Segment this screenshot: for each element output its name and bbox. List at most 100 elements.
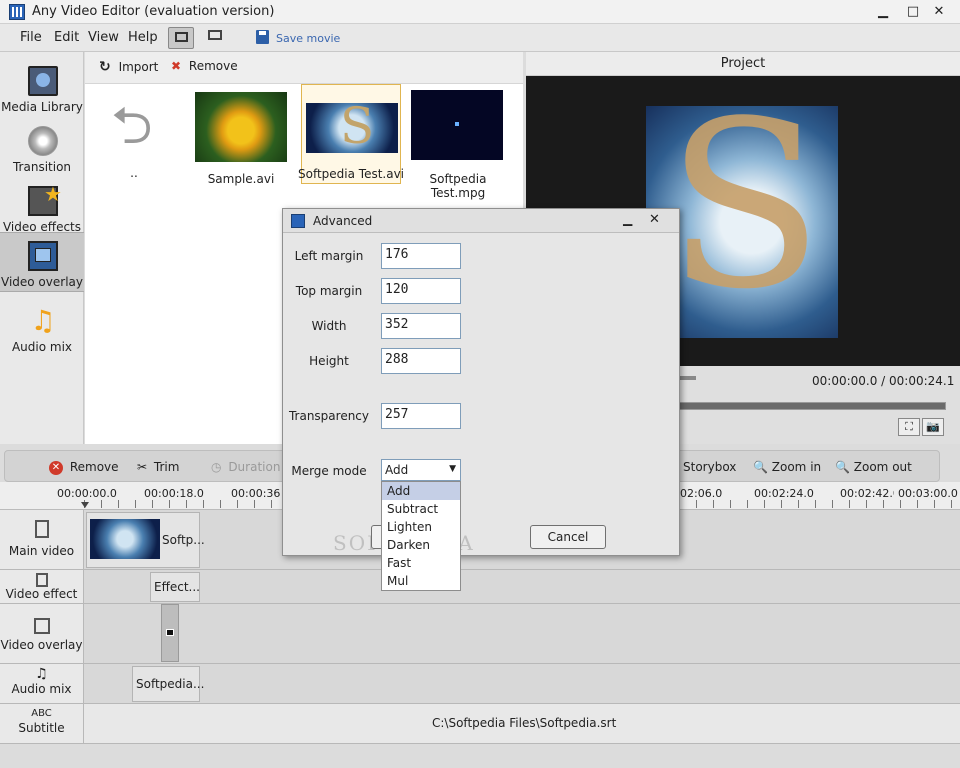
merge-option-subtract[interactable]: Subtract [382, 500, 460, 518]
left-margin-field[interactable]: 176 [381, 243, 461, 269]
timeline-remove-button[interactable]: ✕ Remove [49, 457, 119, 477]
merge-option-mul[interactable]: Mul [382, 572, 460, 590]
video-effect-clip[interactable]: Effect... [150, 572, 200, 602]
main-video-track-header: Main video [0, 510, 84, 569]
maximize-icon[interactable]: □ [902, 2, 924, 22]
sidebar-item-label: Media Library [1, 100, 83, 114]
duration-label: Duration [228, 460, 281, 474]
media-item-softpedia-avi[interactable]: S Softpedia Test.avi [298, 84, 404, 184]
sidebar-item-video-effects[interactable]: ★ Video effects [0, 178, 84, 238]
zoom-in-label: Zoom in [771, 460, 822, 474]
sidebar-item-label: Video overlay [1, 275, 83, 289]
remove-circle-icon: ✕ [49, 460, 63, 475]
fullscreen-icon[interactable]: ⛶ [898, 418, 920, 436]
merge-mode-select[interactable]: Add ▼ [381, 459, 461, 481]
volume-track[interactable] [676, 402, 946, 410]
height-field[interactable]: 288 [381, 348, 461, 374]
width-label: Width [311, 319, 347, 333]
import-button[interactable]: ↻ Import [99, 59, 158, 79]
zoom-out-button[interactable]: 🔍 Zoom out [835, 457, 912, 477]
ruler-label: 02:06.0 [680, 487, 723, 500]
film-icon [28, 66, 58, 96]
video-overlay-icon [28, 241, 58, 271]
dialog-close-icon[interactable]: ✕ [649, 212, 660, 227]
video-overlay-track-header: Video overlay [0, 604, 84, 663]
music-note-icon: ♫ [30, 304, 56, 337]
merge-option-darken[interactable]: Darken [382, 536, 460, 554]
timeline-view-icon[interactable] [206, 29, 226, 47]
remove-button[interactable]: ✖ Remove [171, 59, 238, 79]
film-strip-icon [34, 520, 49, 538]
snapshot-icon[interactable]: 📷 [922, 418, 944, 436]
sidebar-item-label: Audio mix [11, 340, 73, 354]
close-icon[interactable]: ✕ [928, 2, 950, 22]
clip-label: Softp... [162, 533, 205, 547]
item-label: .. [130, 166, 138, 180]
left-margin-label: Left margin [294, 249, 364, 263]
duration-button[interactable]: ◷ Duration [211, 457, 280, 477]
cancel-button[interactable]: Cancel [530, 525, 606, 549]
subtitle-file-label[interactable]: C:\Softpedia Files\Softpedia.srt [432, 716, 616, 730]
dialog-title: Advanced [313, 214, 373, 228]
minimize-icon[interactable]: ▁ [872, 2, 894, 22]
merge-option-lighten[interactable]: Lighten [382, 518, 460, 536]
merge-option-fast[interactable]: Fast [382, 554, 460, 572]
audio-mix-clip[interactable]: Softpedia... [132, 666, 204, 702]
save-movie-link[interactable]: Save movie [276, 32, 340, 45]
merge-mode-label: Merge mode [291, 464, 367, 478]
window-title: Any Video Editor (evaluation version) [32, 4, 275, 19]
refresh-icon: ↻ [99, 59, 111, 75]
media-item-sample-avi[interactable]: Sample.avi [191, 90, 301, 186]
sidebar: Media Library Transition ★ Video effects… [0, 52, 84, 444]
menu-view[interactable]: View [88, 30, 119, 45]
ruler-label: 00:02:24.0 [754, 487, 814, 500]
sidebar-item-audio-mix[interactable]: ♫ Audio mix [0, 298, 84, 358]
main-video-clip[interactable]: Softp... [86, 512, 205, 568]
zoom-in-button[interactable]: 🔍 Zoom in [753, 457, 821, 477]
track-label: Video effect [5, 587, 78, 601]
track-label: Audio mix [11, 682, 72, 696]
clip-thumbnail [90, 519, 160, 559]
merge-mode-options: Add Subtract Lighten Darken Fast Mul [381, 481, 461, 591]
import-label: Import [118, 60, 159, 74]
transparency-label: Transparency [288, 409, 370, 423]
audio-mix-track-header: ♫ Audio mix [0, 664, 84, 703]
top-margin-field[interactable]: 120 [381, 278, 461, 304]
video-effects-icon: ★ [28, 182, 62, 216]
overlay-icon [33, 618, 50, 634]
time-readout: 00:00:00.0 / 00:00:24.1 [812, 374, 955, 388]
timeline-remove-label: Remove [69, 460, 119, 474]
sample-thumbnail [195, 92, 287, 162]
menu-edit[interactable]: Edit [54, 30, 79, 45]
sidebar-item-media-library[interactable]: Media Library [0, 58, 84, 118]
video-overlay-track: Video overlay [0, 604, 960, 664]
width-field[interactable]: 352 [381, 313, 461, 339]
trim-button[interactable]: ✂ Trim [137, 457, 179, 477]
overlay-clip-handle[interactable] [161, 604, 179, 662]
playhead-marker[interactable] [81, 502, 89, 508]
title-bar: Any Video Editor (evaluation version) ▁ … [0, 0, 960, 24]
sidebar-item-transition[interactable]: Transition [0, 118, 84, 178]
ruler-label: 00:03:00.0 [898, 487, 958, 500]
back-arrow-icon: ⮌ [111, 96, 153, 156]
subtitle-track: ABC Subtitle C:\Softpedia Files\Softpedi… [0, 704, 960, 744]
top-margin-label: Top margin [295, 284, 363, 298]
merge-mode-value: Add [385, 463, 409, 477]
media-item-softpedia-mpg[interactable]: Softpedia Test.mpg [407, 90, 517, 200]
music-icon: ♫ [35, 666, 48, 682]
item-label: Sample.avi [207, 172, 275, 186]
menu-bar: File Edit View Help Save movie [0, 24, 960, 52]
menu-help[interactable]: Help [128, 30, 158, 45]
sidebar-item-video-overlay[interactable]: Video overlay [0, 232, 84, 292]
softpedia-mpg-thumbnail [411, 90, 503, 160]
storyboard-view-icon[interactable] [168, 27, 194, 49]
menu-file[interactable]: File [20, 30, 42, 45]
save-icon[interactable] [256, 30, 269, 44]
merge-option-add[interactable]: Add [382, 482, 460, 500]
track-label: Video overlay [0, 638, 83, 652]
dialog-minimize-icon[interactable]: ▁ [623, 212, 632, 226]
parent-folder-item[interactable]: ⮌ .. [85, 84, 185, 184]
transparency-field[interactable]: 257 [381, 403, 461, 429]
storybox-button[interactable]: Storybox [683, 457, 736, 477]
app-icon [9, 4, 25, 20]
